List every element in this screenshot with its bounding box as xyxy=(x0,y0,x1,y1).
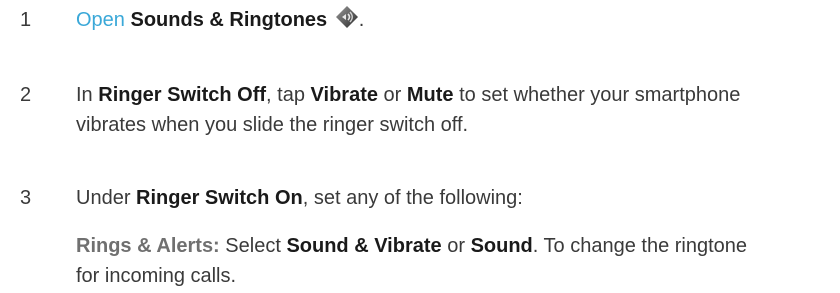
step-text: In Ringer Switch Off, tap Vibrate or Mut… xyxy=(76,80,756,140)
step-text: Under Ringer Switch On, set any of the f… xyxy=(76,183,816,213)
sound-option: Sound xyxy=(470,235,533,257)
ringer-switch-off-label: Ringer Switch Off xyxy=(98,84,267,106)
step-number: 1 xyxy=(20,9,32,31)
text-fragment: Under xyxy=(76,187,137,209)
text-fragment: Select xyxy=(219,235,287,257)
vibrate-option: Vibrate xyxy=(310,84,378,106)
text-fragment: or xyxy=(377,84,407,106)
text-fragment: , tap xyxy=(266,84,311,106)
ringer-switch-on-label: Ringer Switch On xyxy=(136,187,303,209)
period: . xyxy=(358,9,365,31)
text-fragment: , set any of the following: xyxy=(302,187,523,209)
sound-vibrate-option: Sound & Vibrate xyxy=(286,235,442,257)
app-name: Sounds & Ringtones xyxy=(130,9,328,31)
open-link[interactable]: Open xyxy=(76,9,125,31)
rings-alerts-paragraph: Rings & Alerts: Select Sound & Vibrate o… xyxy=(76,231,756,291)
step-text: Open Sounds & Ringtones . xyxy=(76,5,816,38)
sounds-ringtones-icon xyxy=(335,5,359,38)
text-fragment: or xyxy=(441,235,471,257)
mute-option: Mute xyxy=(406,84,454,106)
text-fragment: In xyxy=(76,84,99,106)
step-number: 3 xyxy=(20,187,32,209)
rings-alerts-label: Rings & Alerts: xyxy=(76,235,220,257)
step-number: 2 xyxy=(20,84,32,106)
